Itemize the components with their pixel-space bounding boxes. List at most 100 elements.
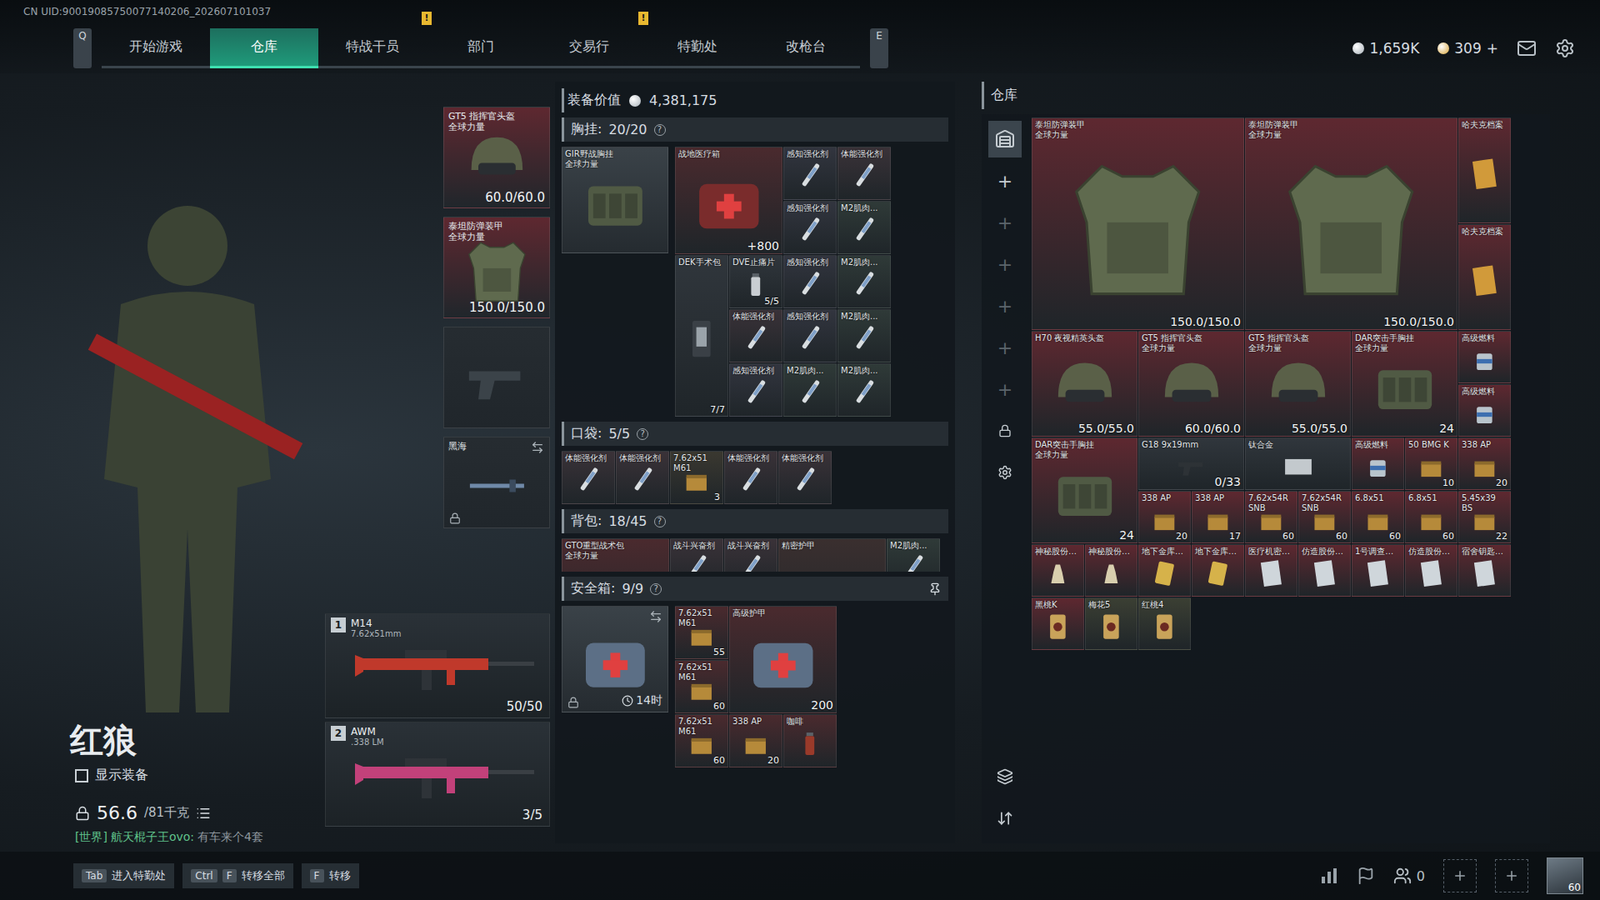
inventory-item[interactable]: 梅花5 (1085, 597, 1138, 650)
inventory-item[interactable]: H70 夜视精英头盔55.0/55.0 (1031, 330, 1138, 437)
inventory-item[interactable]: 体能强化剂 (724, 450, 778, 505)
sidebar-button[interactable] (988, 120, 1022, 158)
inventory-item[interactable]: 7.62x51 M6160 (675, 714, 729, 768)
show-gear-toggle[interactable]: 显示装备 (50, 763, 325, 788)
invite-slot[interactable] (1443, 859, 1477, 893)
inventory-item[interactable]: M2肌肉... (837, 363, 891, 417)
hotkey-button[interactable]: Tab进入特勤处 (73, 863, 175, 889)
prev-key[interactable]: Q (73, 28, 92, 69)
inventory-item[interactable]: 高级护甲200 (729, 605, 837, 714)
hotkey-button[interactable]: F转移 (301, 863, 360, 889)
invite-slot[interactable] (1495, 859, 1529, 893)
inventory-item[interactable]: M2肌肉... (886, 538, 940, 572)
pin-icon[interactable] (928, 582, 942, 596)
nav-tab[interactable]: 仓库 (210, 28, 319, 69)
inventory-item[interactable]: 泰坦防弹装甲全球力量150.0/150.0 (1031, 117, 1245, 330)
inventory-item[interactable]: 黑桃K (1031, 597, 1085, 650)
sidebar-button[interactable]: + (988, 370, 1022, 408)
inventory-item[interactable]: 感知强化剂 (783, 255, 837, 309)
inventory-item[interactable]: 哈夫克档案 (1458, 117, 1511, 224)
sidebar-button[interactable] (988, 800, 1022, 837)
inventory-item[interactable]: 感知强化剂 (783, 309, 837, 363)
inventory-item[interactable]: 体能强化剂 (729, 309, 783, 363)
inventory-item[interactable]: 7.62x51 M613 (670, 450, 724, 505)
inventory-item[interactable]: M2肌肉... (783, 363, 837, 417)
inventory-item[interactable]: 战斗兴奋剂 (670, 538, 724, 572)
mail-button[interactable] (1516, 38, 1537, 59)
weapon-slot[interactable]: 1M147.62x51mm50/50 (325, 613, 550, 719)
inventory-item[interactable]: 体能强化剂 (561, 450, 615, 505)
inventory-item[interactable]: 神秘股份… (1031, 544, 1085, 597)
inventory-item[interactable]: 338 AP17 (1191, 490, 1245, 544)
helmet-slot[interactable]: GT5 指挥官头盔全球力量60.0/60.0 (443, 106, 550, 209)
inventory-item[interactable]: 战斗兴奋剂 (724, 538, 778, 572)
inventory-item[interactable]: GT5 指挥官头盔全球力量60.0/60.0 (1138, 330, 1245, 437)
inventory-item[interactable]: DVE止痛片5/5 (729, 255, 783, 309)
inventory-item[interactable]: 高级燃料 (1351, 437, 1405, 490)
weapon-slot[interactable]: 2AWM.338 LM3/5 (325, 721, 550, 827)
add-currency-button[interactable]: + (1486, 40, 1499, 57)
swap-icon[interactable] (530, 440, 545, 455)
inventory-item[interactable]: 仿造股份… (1405, 544, 1458, 597)
inventory-item[interactable]: 咖啡 (783, 714, 837, 768)
stats-icon[interactable] (1320, 866, 1339, 885)
inventory-item[interactable]: M2肌肉... (837, 309, 891, 363)
inventory-item[interactable]: 1号调查… (1351, 544, 1405, 597)
nav-tab[interactable]: 特战干员 (318, 28, 427, 69)
nav-tab[interactable]: !特勤处 (643, 28, 752, 69)
help-icon[interactable]: ? (654, 515, 666, 528)
inventory-item[interactable]: 宿舍钥匙… (1458, 544, 1511, 597)
inventory-item[interactable]: 哈夫克档案 (1458, 224, 1511, 330)
player-avatar[interactable]: 60 (1546, 857, 1584, 895)
inventory-item[interactable]: 地下金库… (1191, 544, 1245, 597)
inventory-item[interactable]: 钛合金 (1245, 437, 1351, 490)
sidebar-button[interactable]: + (988, 287, 1022, 325)
sidebar-button[interactable] (988, 412, 1022, 450)
inventory-item[interactable]: 338 AP20 (1458, 437, 1511, 490)
inventory-item[interactable]: 6.8x5160 (1405, 490, 1458, 544)
help-icon[interactable]: ? (654, 124, 666, 136)
sidebar-button[interactable]: + (988, 329, 1022, 366)
inventory-item[interactable]: GTO重型战术包全球力量 (561, 538, 670, 572)
inventory-item[interactable]: 7.62x51 M6160 (675, 660, 729, 714)
sidebar-button[interactable]: + (988, 204, 1022, 241)
inventory-item[interactable]: 7.62x51 M6155 (675, 605, 729, 660)
inventory-item[interactable]: 仿造股份… (1298, 544, 1351, 597)
inventory-item[interactable]: 338 AP20 (1138, 490, 1191, 544)
armor-slot[interactable]: 泰坦防弹装甲全球力量150.0/150.0 (443, 216, 550, 319)
inventory-item[interactable]: 感知强化剂 (729, 363, 783, 417)
inventory-item[interactable]: 战地医疗箱+800 (675, 146, 783, 255)
swap-icon[interactable] (649, 610, 663, 624)
help-icon[interactable]: ? (636, 428, 649, 440)
inventory-item[interactable]: 50 BMG K10 (1405, 437, 1458, 490)
nav-tab[interactable]: !部门 (426, 28, 535, 69)
inventory-item[interactable]: 感知强化剂 (783, 200, 837, 255)
sidebar-button[interactable]: + (988, 162, 1022, 200)
inventory-item[interactable]: 高级燃料 (1458, 330, 1511, 384)
inventory-item[interactable]: 神秘股份… (1085, 544, 1138, 597)
safebox[interactable]: 14时 (561, 605, 669, 713)
inventory-item[interactable]: 体能强化剂 (778, 450, 832, 505)
inventory-item[interactable]: G18 9x19mm0/33 (1138, 437, 1245, 490)
sidebar-button[interactable] (988, 758, 1022, 795)
inventory-item[interactable]: 感知强化剂 (783, 146, 837, 200)
nav-tab[interactable]: 改枪台 (751, 28, 860, 69)
pistol-slot[interactable] (443, 326, 550, 429)
inventory-item[interactable]: 体能强化剂 (615, 450, 670, 505)
inventory-item[interactable]: 6.8x5160 (1351, 490, 1405, 544)
sidebar-button[interactable] (988, 454, 1022, 491)
inventory-item[interactable]: 338 AP20 (729, 714, 783, 768)
next-key[interactable]: E (870, 28, 889, 69)
inventory-item[interactable]: 精密护甲 (778, 538, 886, 572)
settings-button[interactable] (1555, 38, 1575, 59)
flag-icon[interactable] (1356, 866, 1375, 885)
friends-button[interactable]: 0 (1393, 866, 1425, 885)
inventory-item[interactable]: M2肌肉... (837, 200, 891, 255)
inventory-item[interactable]: 5.45x39 BS22 (1458, 490, 1511, 544)
list-icon[interactable] (195, 805, 211, 821)
hotkey-button[interactable]: CtrlF转移全部 (182, 863, 293, 889)
sidebar-button[interactable]: + (988, 245, 1022, 283)
nav-tab[interactable]: 开始游戏 (101, 28, 210, 69)
inventory-item[interactable]: M2肌肉... (837, 255, 891, 309)
inventory-item[interactable]: DAR突击手胸挂全球力量24 (1031, 437, 1138, 544)
